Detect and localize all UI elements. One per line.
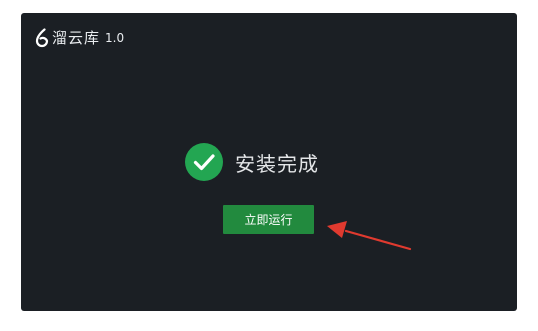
app-name: 溜云库 bbox=[52, 29, 101, 47]
installer-window: 溜云库 1.0 安装完成 立即运行 bbox=[21, 13, 517, 311]
run-now-button[interactable]: 立即运行 bbox=[223, 205, 314, 234]
app-version: 1.0 bbox=[105, 31, 125, 45]
app-brand: 溜云库 1.0 bbox=[35, 28, 124, 48]
screenshot-canvas: 溜云库 1.0 安装完成 立即运行 bbox=[0, 0, 538, 331]
install-complete-text: 安装完成 bbox=[235, 151, 319, 176]
install-status: 安装完成 bbox=[185, 143, 319, 181]
app-logo-icon bbox=[35, 28, 49, 48]
check-circle-icon bbox=[185, 143, 223, 181]
